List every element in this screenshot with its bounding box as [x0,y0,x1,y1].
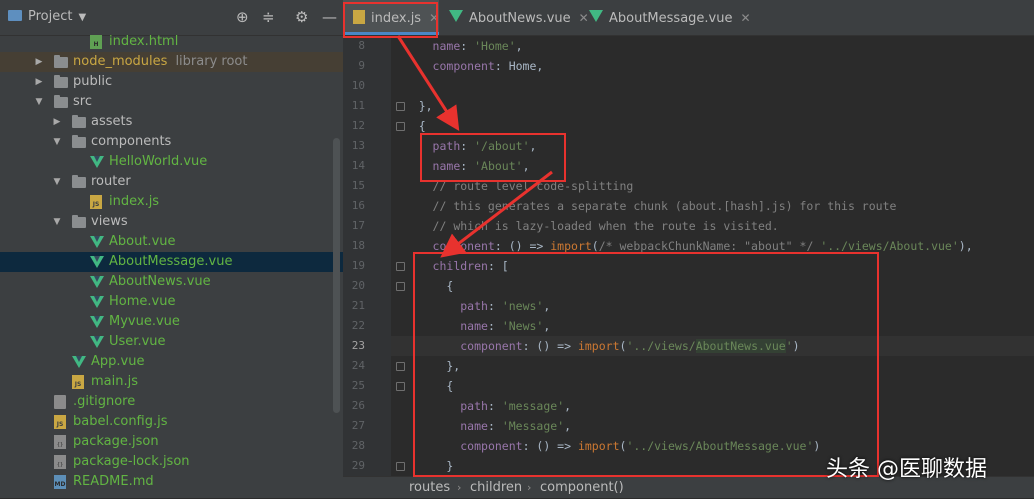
annotation-arrow-2 [440,170,553,258]
fold-marker-icon[interactable] [396,462,405,471]
annotation-arrows [396,35,553,258]
watermark: 头条 @医聊数据 [826,457,987,482]
fold-marker-icon[interactable] [396,362,405,371]
fold-marker-icon[interactable] [396,382,405,391]
annotation-arrow-1 [396,35,460,132]
fold-marker-icon[interactable] [396,282,405,291]
fold-marker-icon[interactable] [396,262,405,271]
fold-marker-icon[interactable] [396,122,405,131]
fold-marker-icon[interactable] [396,102,405,111]
